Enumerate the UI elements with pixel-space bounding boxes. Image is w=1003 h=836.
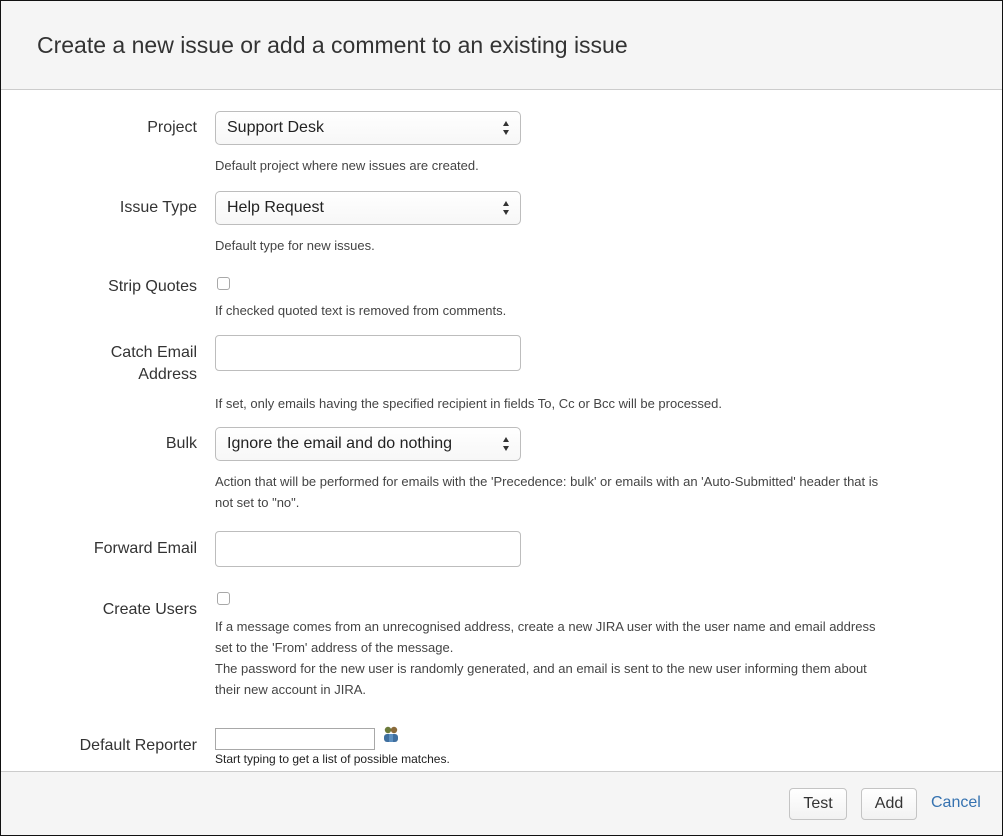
create-users-help-line2: set to the 'From' address of the message… — [215, 640, 454, 655]
create-users-help-line3: The password for the new user is randoml… — [215, 661, 867, 676]
create-users-checkbox[interactable] — [217, 592, 230, 605]
cancel-link[interactable]: Cancel — [931, 794, 981, 812]
issue-type-help: Default type for new issues. — [215, 238, 375, 253]
forward-email-input[interactable] — [215, 531, 521, 567]
add-button[interactable]: Add — [861, 788, 917, 820]
bulk-help-line2: not set to "no". — [215, 495, 300, 510]
project-help: Default project where new issues are cre… — [215, 158, 479, 173]
user-picker-icon[interactable] — [382, 725, 400, 743]
catch-email-input[interactable] — [215, 335, 521, 371]
bulk-label: Bulk — [165, 435, 197, 452]
strip-quotes-label: Strip Quotes — [108, 278, 197, 295]
project-select[interactable]: Support Desk — [215, 111, 521, 145]
create-users-help-line1: If a message comes from an unrecognised … — [215, 619, 876, 634]
dialog-footer: Test Add Cancel — [1, 771, 1002, 835]
dialog-title: Create a new issue or add a comment to a… — [37, 32, 628, 58]
dialog: Create a new issue or add a comment to a… — [0, 0, 1003, 836]
bulk-select-value: Ignore the email and do nothing — [227, 435, 453, 452]
bulk-select[interactable]: Ignore the email and do nothing — [215, 427, 521, 461]
project-select-value: Support Desk — [227, 119, 324, 136]
form-body: Project Support Desk Default project whe… — [1, 91, 1002, 771]
default-reporter-input[interactable] — [215, 728, 375, 750]
catch-email-label-line2: Address — [138, 366, 197, 383]
forward-email-label: Forward Email — [93, 540, 197, 557]
issue-type-select-value: Help Request — [227, 199, 324, 216]
select-arrows-icon — [503, 121, 509, 135]
catch-email-label: Catch Email Address — [37, 342, 197, 386]
test-button[interactable]: Test — [789, 788, 847, 820]
bulk-help-line1: Action that will be performed for emails… — [215, 474, 879, 489]
select-arrows-icon — [503, 201, 509, 215]
issue-type-label: Issue Type — [119, 199, 197, 216]
bulk-help: Action that will be performed for emails… — [215, 471, 975, 513]
dialog-header: Create a new issue or add a comment to a… — [1, 1, 1002, 90]
default-reporter-label: Default Reporter — [79, 737, 197, 754]
select-arrows-icon — [503, 437, 509, 451]
default-reporter-help: Start typing to get a list of possible m… — [215, 752, 450, 766]
strip-quotes-help: If checked quoted text is removed from c… — [215, 303, 507, 318]
strip-quotes-checkbox[interactable] — [217, 277, 230, 290]
project-label: Project — [147, 119, 197, 136]
catch-email-help: If set, only emails having the specified… — [215, 396, 722, 411]
issue-type-select[interactable]: Help Request — [215, 191, 521, 225]
catch-email-label-line1: Catch Email — [110, 344, 197, 361]
create-users-help-line4: their new account in JIRA. — [215, 682, 367, 697]
create-users-label: Create Users — [102, 601, 197, 618]
create-users-help: If a message comes from an unrecognised … — [215, 616, 975, 700]
